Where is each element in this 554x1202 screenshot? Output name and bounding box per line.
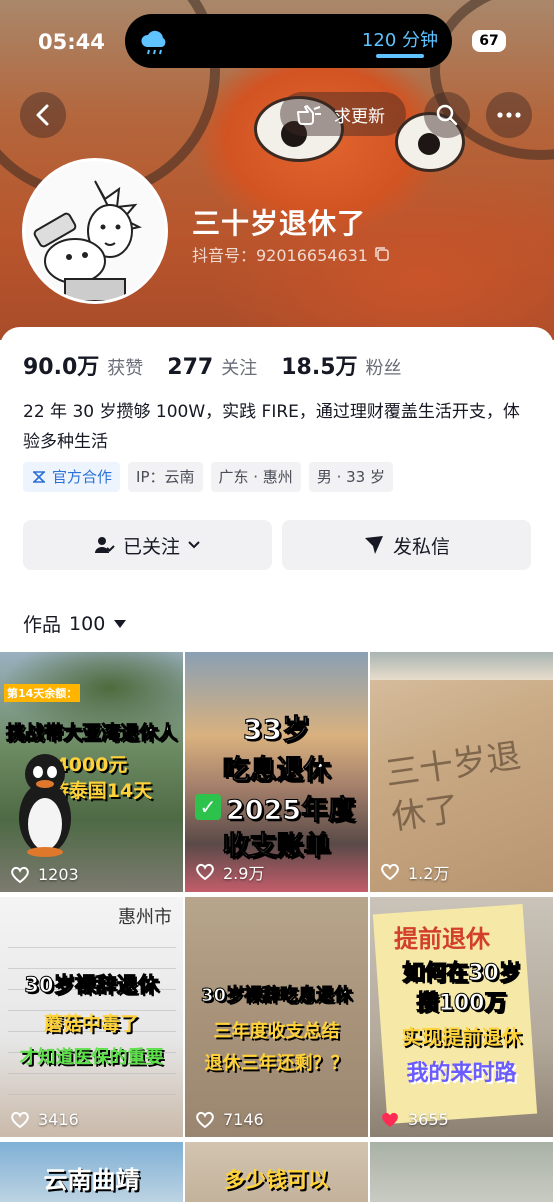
more-dots-icon bbox=[497, 112, 521, 118]
video-like-count: 1203 bbox=[10, 865, 79, 884]
profile-bio: 22 年 30 岁攒够 100W，实践 FIRE，通过理财覆盖生活开支，体验多种… bbox=[23, 402, 520, 452]
video-thumbnail[interactable]: 33岁 吃息退休 ✓ 2025年度 收支账单 2.9万 bbox=[185, 652, 368, 892]
video-caption: 30岁裸辞退休 bbox=[24, 973, 159, 998]
heart-outline-icon bbox=[381, 863, 399, 881]
search-button[interactable] bbox=[424, 92, 470, 138]
video-caption: 吃息退休 bbox=[222, 755, 331, 787]
heart-outline-icon bbox=[196, 863, 214, 881]
more-button[interactable] bbox=[486, 92, 532, 138]
like-count-text: 2.9万 bbox=[223, 864, 265, 883]
following-count[interactable]: 277 bbox=[167, 355, 213, 380]
document-paper-text: 惠州市 bbox=[118, 907, 172, 928]
heart-outline-icon bbox=[11, 1111, 29, 1128]
likes-count: 90.0万 bbox=[23, 355, 100, 380]
works-label: 作品 bbox=[23, 614, 62, 636]
caret-down-icon bbox=[114, 619, 127, 628]
back-button[interactable] bbox=[20, 92, 66, 138]
video-thumbnail[interactable]: 三十岁退休了 1.2万 bbox=[370, 652, 553, 892]
video-caption: 30岁裸辞吃息退休 bbox=[200, 985, 353, 1007]
video-thumbnail[interactable]: 惠州市 30岁裸辞退休 蘑菇中毒了 才知道医保的重要 3416 bbox=[0, 897, 183, 1137]
video-caption: 33岁 bbox=[243, 713, 311, 747]
like-count-text: 1.2万 bbox=[408, 864, 450, 883]
video-like-count: 3416 bbox=[10, 1110, 79, 1129]
douyin-id-text: 抖音号：92016654631 bbox=[192, 246, 368, 265]
video-caption: 实现提前退休 bbox=[401, 1025, 522, 1049]
send-icon bbox=[364, 536, 383, 554]
video-caption: 攒100万 bbox=[416, 991, 507, 1017]
works-tab[interactable]: 作品 100 bbox=[23, 610, 127, 637]
likes-label: 获赞 bbox=[107, 358, 144, 379]
tag-label: 官方合作 bbox=[52, 468, 113, 486]
profile-name: 三十岁退休了 bbox=[192, 207, 367, 240]
video-thumbnail[interactable]: 多少钱可以 bbox=[185, 1142, 368, 1202]
video-thumbnail[interactable]: 云南曲靖 bbox=[0, 1142, 183, 1202]
video-caption: 我的来时路 bbox=[406, 1061, 517, 1086]
penguin-toy-illustration bbox=[19, 754, 71, 857]
video-like-count: 2.9万 bbox=[195, 860, 264, 884]
video-caption: 多少钱可以 bbox=[224, 1168, 329, 1192]
tag-location: 广东 · 惠州 bbox=[210, 462, 301, 492]
heart-outline-icon bbox=[11, 866, 29, 883]
avatar[interactable] bbox=[22, 158, 168, 304]
profile-tags: 官方合作 IP：云南 广东 · 惠州 男 · 33 岁 bbox=[23, 462, 393, 492]
video-like-count: 7146 bbox=[195, 1110, 264, 1129]
like-count-text: 3655 bbox=[408, 1110, 449, 1129]
chevron-left-icon bbox=[36, 104, 49, 126]
request-update-button[interactable]: 求更新 bbox=[280, 92, 406, 136]
video-like-count: 3655 bbox=[380, 1110, 449, 1129]
cloud-rain-icon bbox=[141, 30, 166, 55]
profile-stats: 90.0万 获赞 277 关注 18.5万 粉丝 bbox=[23, 349, 426, 381]
video-caption: 如何在30岁 bbox=[402, 961, 522, 987]
video-caption: 三年度收支总结 bbox=[213, 1021, 340, 1042]
cooperation-icon bbox=[33, 471, 45, 483]
tag-gender-age: 男 · 33 岁 bbox=[308, 462, 393, 492]
chevron-down-icon bbox=[188, 541, 200, 549]
status-time: 05:44 bbox=[38, 30, 105, 54]
video-thumbnail[interactable] bbox=[370, 1142, 553, 1202]
video-caption: 挑战带大亚湾退休人 bbox=[5, 722, 177, 745]
video-thumbnail[interactable]: 第14天余额： 挑战带大亚湾退休人 4000元 富游泰国14天 1203 bbox=[0, 652, 183, 892]
tag-ip: IP：云南 bbox=[128, 462, 203, 492]
heart-outline-icon bbox=[196, 1111, 214, 1128]
works-count: 100 bbox=[69, 612, 106, 635]
activity-timer-text: 120 分钟 bbox=[361, 30, 438, 51]
douyin-id[interactable]: 抖音号：92016654631 bbox=[192, 242, 390, 266]
video-caption-top: 第14天余额： bbox=[4, 684, 81, 702]
like-count-text: 7146 bbox=[223, 1110, 264, 1129]
profile-card: 90.0万 获赞 277 关注 18.5万 粉丝 22 年 30 岁攒够 100… bbox=[0, 327, 554, 1202]
video-caption: 2025年度 bbox=[225, 795, 356, 827]
following-label[interactable]: 关注 bbox=[221, 354, 257, 380]
dynamic-island[interactable]: 120 分钟 bbox=[125, 14, 452, 68]
video-thumbnail[interactable]: 提前退休 如何在30岁 攒100万 实现提前退休 我的来时路 3655 bbox=[370, 897, 553, 1137]
followed-button[interactable]: 已关注 bbox=[23, 520, 272, 570]
battery-indicator: 67 bbox=[472, 30, 506, 52]
book-title-text: 提前退休 bbox=[394, 925, 490, 953]
video-caption: 退休三年还剩？？ bbox=[204, 1053, 349, 1074]
heart-filled-icon bbox=[382, 1112, 398, 1127]
followers-label[interactable]: 粉丝 bbox=[366, 354, 402, 380]
send-message-label: 发私信 bbox=[392, 535, 450, 558]
user-check-icon bbox=[94, 537, 115, 553]
video-caption: 蘑菇中毒了 bbox=[43, 1013, 139, 1035]
search-icon bbox=[436, 104, 458, 126]
like-count-text: 3416 bbox=[38, 1110, 79, 1129]
like-count-text: 1203 bbox=[38, 865, 79, 884]
send-message-button[interactable]: 发私信 bbox=[282, 520, 531, 570]
request-update-label: 求更新 bbox=[334, 106, 385, 127]
profile-header-banner: 05:44 120 分钟 67 求更新 三十岁退休了 抖音号：920166546… bbox=[0, 0, 554, 340]
avatar-illustration bbox=[25, 161, 165, 301]
video-like-count: 1.2万 bbox=[380, 860, 449, 884]
activity-progress-bar bbox=[376, 54, 424, 58]
video-caption: 云南曲靖 bbox=[43, 1166, 140, 1194]
video-thumbnail[interactable]: 30岁裸辞吃息退休 三年度收支总结 退休三年还剩？？ 7146 bbox=[185, 897, 368, 1137]
followers-count[interactable]: 18.5万 bbox=[281, 349, 357, 381]
sand-writing: 三十岁退休了 bbox=[382, 735, 524, 839]
tag-official-cooperation[interactable]: 官方合作 bbox=[23, 462, 121, 492]
followed-label: 已关注 bbox=[122, 535, 180, 558]
copy-icon bbox=[375, 247, 389, 261]
video-caption: 才知道医保的重要 bbox=[19, 1047, 164, 1068]
video-caption: 收支账单 bbox=[222, 831, 331, 863]
pointing-hand-icon bbox=[297, 105, 321, 125]
